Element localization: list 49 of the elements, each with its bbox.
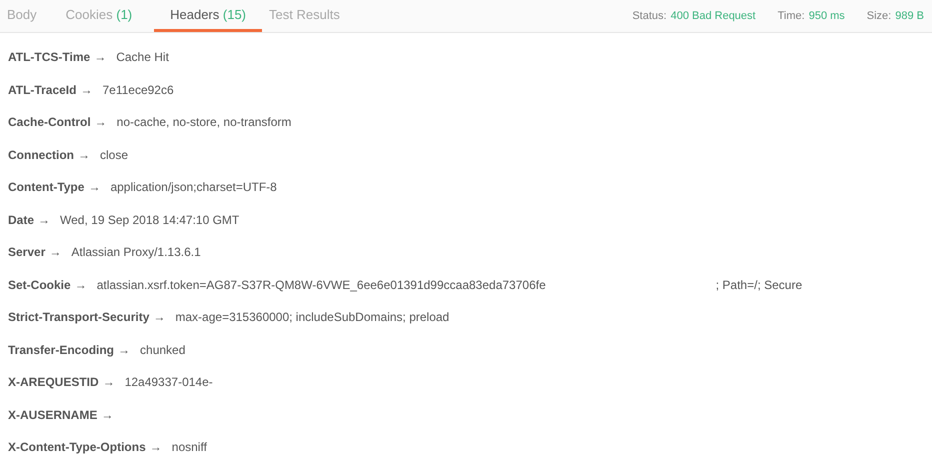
header-name: X-AUSERNAME — [8, 408, 98, 422]
status-value: 950 ms — [808, 10, 845, 22]
header-name: ATL-TraceId — [8, 82, 76, 97]
header-name: Cache-Control — [8, 115, 91, 130]
arrow: → — [88, 180, 100, 194]
tab[interactable]: Test Results — [262, 0, 362, 32]
header-name: ATL-TCS-Time — [8, 50, 90, 64]
arrow: → — [94, 115, 107, 130]
header-name: Date — [8, 212, 34, 227]
header-name: X-AREQUESTID — [8, 375, 99, 390]
tab[interactable]: Cookies (1) — [58, 0, 154, 32]
header-value: max-age=315360000; includeSubDomains; preload — [175, 310, 450, 324]
arrow: → — [74, 278, 87, 292]
arrow: → — [78, 148, 90, 162]
status-label: Time: — [778, 10, 805, 22]
header-value: no-cache, no-store, no-transform — [116, 115, 292, 130]
header-value: chunked — [140, 342, 186, 357]
header-value: Cache Hit — [116, 50, 169, 64]
arrow: → — [102, 375, 115, 390]
header-name: Connection — [8, 148, 74, 162]
header-value: 7e11ece92c6 — [102, 82, 174, 97]
header-value: Wed, 19 Sep 2018 14:47:10 GMT — [60, 212, 240, 227]
status-label: Status: — [632, 10, 667, 22]
header-value: 12a49337-014e- — [124, 375, 213, 390]
status-label: Size: — [866, 10, 892, 22]
header-value: ; Path=/; Secure — [716, 278, 802, 292]
status-value: 989 B — [895, 10, 924, 22]
header-name: Content-Type — [8, 180, 84, 194]
arrow: → — [101, 408, 114, 422]
tab[interactable]: Headers (15) — [154, 0, 262, 32]
arrow: → — [118, 342, 130, 357]
arrow: → — [150, 440, 162, 454]
header-name: X-Content-Type-Options — [8, 440, 146, 454]
header-value: nosniff — [172, 440, 207, 454]
status-value: 400 Bad Request — [670, 10, 756, 22]
tab[interactable]: Body — [0, 0, 59, 32]
header-value: Atlassian Proxy/1.13.6.1 — [71, 245, 201, 260]
arrow: → — [153, 310, 166, 324]
header-value: atlassian.xsrf.token=AG87-S37R-QM8W-6VWE_6ee6e01391d99ccaa83eda73706fe — [96, 278, 546, 292]
header-value: application/json;charset=UTF-8 — [110, 180, 277, 194]
arrow: → — [80, 82, 92, 97]
header-name: Transfer-Encoding — [8, 342, 114, 357]
arrow: → — [38, 212, 50, 227]
header-name: Set-Cookie — [8, 278, 71, 292]
header-name: Strict-Transport-Security — [8, 310, 150, 324]
arrow: → — [49, 245, 62, 260]
header-value: close — [100, 148, 128, 162]
arrow: → — [94, 50, 106, 64]
header-name: Server — [8, 245, 46, 260]
